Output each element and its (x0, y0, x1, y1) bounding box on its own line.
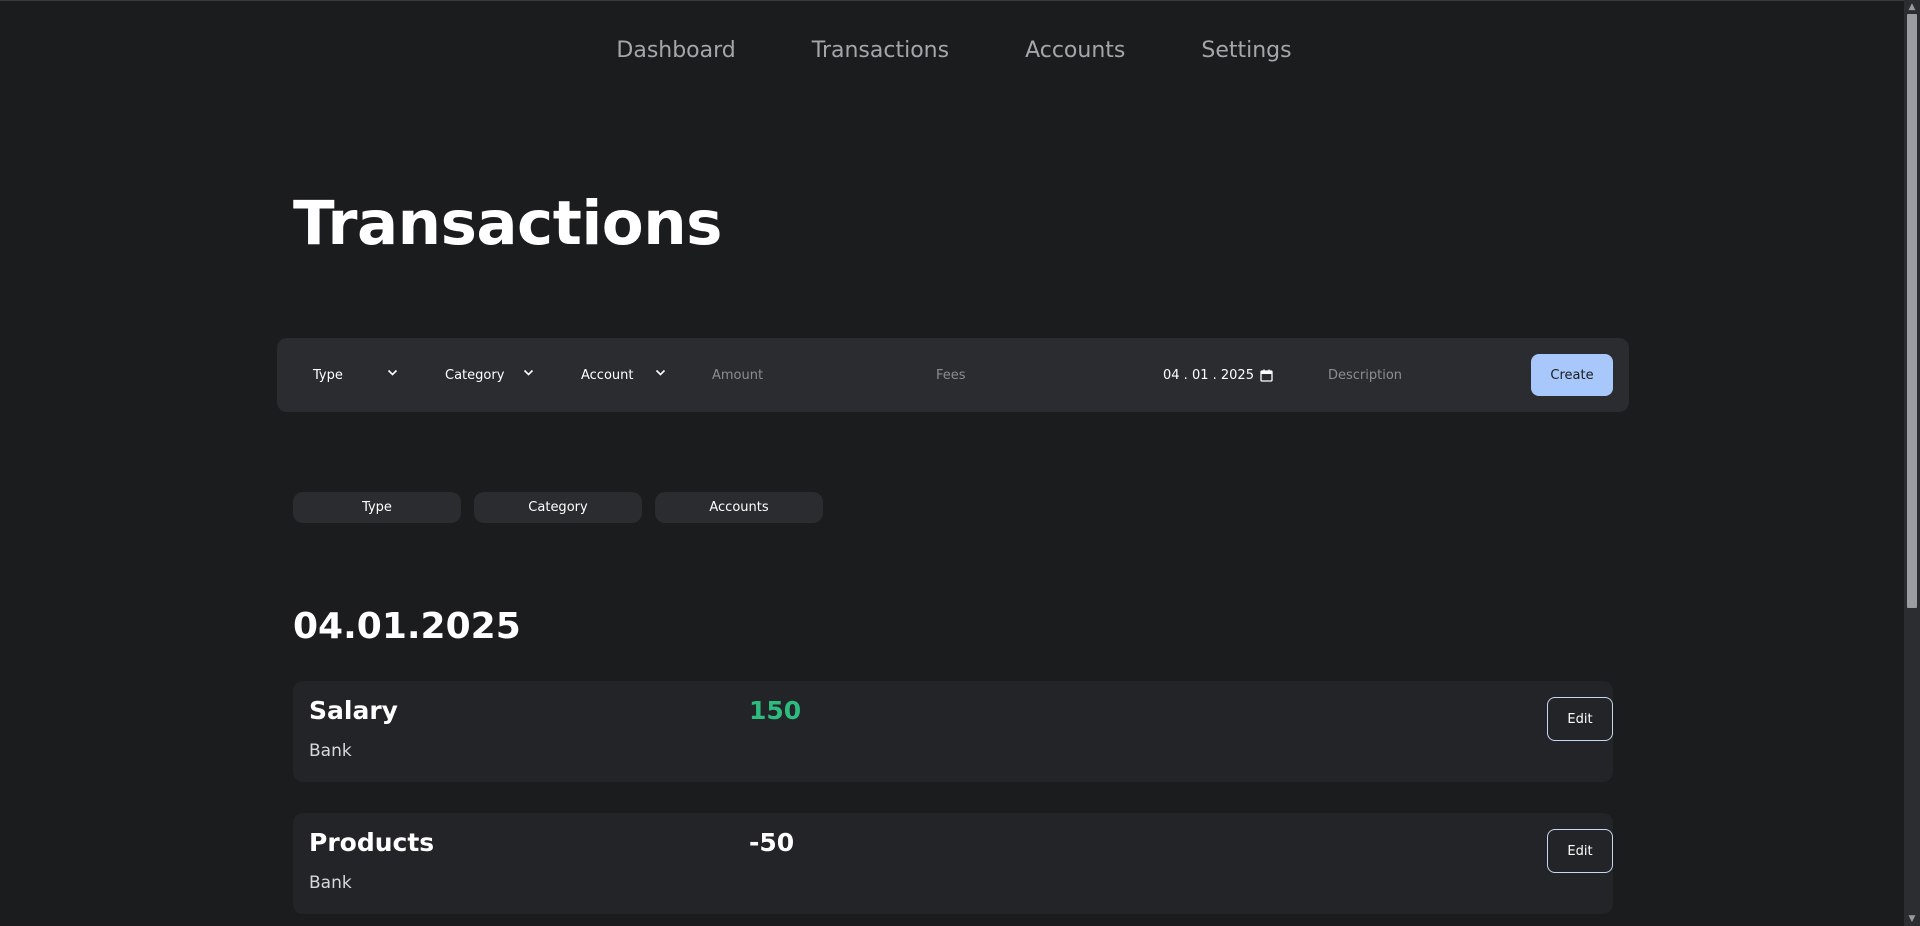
chevron-down-icon (655, 366, 666, 381)
transaction-amount: 150 (749, 696, 802, 725)
edit-button[interactable]: Edit (1547, 829, 1613, 873)
page-scrollbar[interactable]: ▲ ▼ (1904, 0, 1920, 926)
transaction-account: Bank (309, 741, 352, 761)
description-input[interactable]: Description (1328, 338, 1508, 412)
date-input[interactable]: 04 . 01 . 2025 (1163, 338, 1283, 412)
top-border (0, 0, 1904, 1)
transaction-card: Salary Bank 150 Edit (293, 681, 1613, 782)
amount-placeholder: Amount (712, 367, 764, 383)
account-select[interactable]: Account (581, 338, 681, 412)
transaction-account: Bank (309, 873, 352, 893)
scroll-up-arrow-icon[interactable]: ▲ (1904, 0, 1920, 14)
filter-type[interactable]: Type (293, 492, 461, 523)
type-select-label: Type (313, 367, 343, 383)
edit-button[interactable]: Edit (1547, 697, 1613, 741)
amount-input[interactable]: Amount (712, 338, 912, 412)
date-group-heading: 04.01.2025 (293, 606, 521, 647)
create-transaction-form: Type Category Account Amount Fees 04 . 0… (277, 338, 1629, 412)
filter-accounts[interactable]: Accounts (655, 492, 823, 523)
create-button[interactable]: Create (1531, 354, 1613, 396)
category-select[interactable]: Category (445, 338, 555, 412)
chevron-down-icon (387, 366, 398, 381)
main-nav: Dashboard Transactions Accounts Settings (0, 38, 1904, 63)
transaction-amount: -50 (749, 828, 795, 857)
account-select-label: Account (581, 367, 634, 383)
nav-dashboard[interactable]: Dashboard (616, 38, 735, 63)
nav-transactions[interactable]: Transactions (812, 38, 949, 63)
nav-accounts[interactable]: Accounts (1025, 38, 1125, 63)
scroll-down-arrow-icon[interactable]: ▼ (1904, 912, 1920, 926)
date-value: 04 . 01 . 2025 (1163, 367, 1254, 383)
transaction-category: Salary (309, 696, 398, 725)
category-select-label: Category (445, 367, 505, 383)
description-placeholder: Description (1328, 367, 1403, 383)
page-title: Transactions (293, 188, 722, 259)
chevron-down-icon (523, 366, 534, 381)
type-select[interactable]: Type (313, 338, 413, 412)
calendar-icon[interactable] (1260, 369, 1273, 382)
fees-placeholder: Fees (936, 367, 966, 383)
fees-input[interactable]: Fees (936, 338, 1136, 412)
transaction-category: Products (309, 828, 435, 857)
transaction-card: Products Bank -50 Edit (293, 813, 1613, 914)
filter-category[interactable]: Category (474, 492, 642, 523)
scrollbar-thumb[interactable] (1907, 14, 1917, 608)
nav-settings[interactable]: Settings (1201, 38, 1291, 63)
